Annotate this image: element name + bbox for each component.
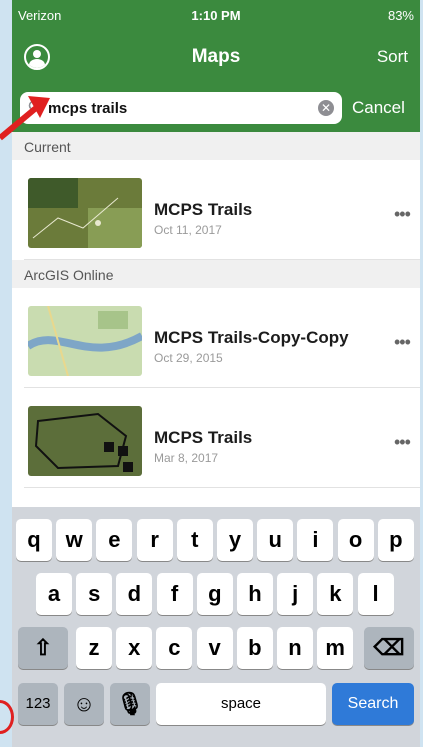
search-input[interactable]	[48, 99, 308, 117]
list-item[interactable]: MCPS Trails-Copy-Copy Oct 29, 2015 •••	[12, 288, 420, 388]
clear-icon[interactable]: ✕	[318, 100, 334, 116]
key-m[interactable]: m	[317, 627, 354, 669]
annotation-arrow-icon	[0, 96, 50, 141]
space-key[interactable]: space	[156, 683, 326, 725]
key-d[interactable]: d	[116, 573, 153, 615]
battery-label: 83%	[387, 8, 414, 23]
status-bar: Verizon 1:10 PM 83%	[12, 0, 420, 30]
key-j[interactable]: j	[277, 573, 314, 615]
key-o[interactable]: o	[337, 519, 374, 561]
status-time: 1:10 PM	[191, 8, 241, 23]
key-p[interactable]: p	[377, 519, 414, 561]
backspace-key[interactable]: ⌫	[364, 627, 414, 669]
key-h[interactable]: h	[237, 573, 273, 615]
key-g[interactable]: g	[196, 573, 233, 615]
key-n[interactable]: n	[277, 627, 313, 669]
key-s[interactable]: s	[76, 573, 113, 615]
key-r[interactable]: r	[136, 519, 173, 561]
more-options-icon[interactable]: •••	[394, 204, 411, 225]
key-v[interactable]: v	[196, 627, 233, 669]
key-y[interactable]: y	[217, 519, 253, 561]
map-thumbnail	[28, 406, 142, 476]
emoji-key[interactable]: ☺	[64, 683, 104, 725]
phone-screen: Verizon 1:10 PM 83% Maps Sort ✕ Cancel C…	[12, 0, 420, 747]
key-f[interactable]: f	[156, 573, 193, 615]
section-label: ArcGIS Online	[24, 267, 114, 283]
key-k[interactable]: k	[317, 573, 354, 615]
key-u[interactable]: u	[257, 519, 294, 561]
map-date: Oct 29, 2015	[154, 351, 223, 365]
map-title: MCPS Trails	[154, 428, 253, 447]
shift-key[interactable]: ⇧	[18, 627, 68, 669]
map-date: Mar 8, 2017	[154, 451, 219, 465]
more-options-icon[interactable]: •••	[394, 332, 411, 353]
key-t[interactable]: t	[176, 519, 213, 561]
key-w[interactable]: w	[56, 519, 93, 561]
key-b[interactable]: b	[236, 627, 273, 669]
map-thumbnail	[28, 306, 142, 376]
key-l[interactable]: l	[357, 573, 394, 615]
key-x[interactable]: x	[116, 627, 153, 669]
map-date: Oct 11, 2017	[154, 223, 222, 237]
key-z[interactable]: z	[76, 627, 112, 669]
search-bar: ✕ Cancel	[12, 84, 420, 132]
numbers-key[interactable]: 123	[18, 683, 58, 725]
section-header-arcgis-online: ArcGIS Online	[12, 260, 420, 288]
key-q[interactable]: q	[16, 519, 52, 561]
sort-button[interactable]: Sort	[377, 47, 408, 67]
map-title: MCPS Trails-Copy-Copy	[154, 328, 349, 347]
microphone-key[interactable]: 🎙	[110, 683, 150, 725]
key-c[interactable]: c	[156, 627, 193, 669]
page-title: Maps	[191, 46, 241, 67]
map-title: MCPS Trails	[154, 200, 253, 219]
key-a[interactable]: a	[36, 573, 72, 615]
section-header-current: Current	[12, 132, 420, 160]
list-item[interactable]: MCPS Trails Oct 11, 2017 •••	[12, 160, 420, 260]
map-thumbnail	[28, 178, 142, 248]
keyboard: qwertyuiop asdfghjkl zxcvbnm ⇧ ⌫ 123 ☺ 🎙…	[12, 507, 420, 747]
key-i[interactable]: i	[297, 519, 334, 561]
list-item[interactable]	[12, 488, 420, 507]
key-e[interactable]: e	[96, 519, 133, 561]
list-item[interactable]: MCPS Trails Mar 8, 2017 •••	[12, 388, 420, 488]
more-options-icon[interactable]: •••	[394, 432, 411, 453]
search-field[interactable]: ✕	[20, 92, 342, 124]
search-key[interactable]: Search	[332, 683, 414, 725]
nav-bar: Maps Sort	[12, 30, 420, 84]
cancel-button[interactable]: Cancel	[352, 98, 405, 118]
